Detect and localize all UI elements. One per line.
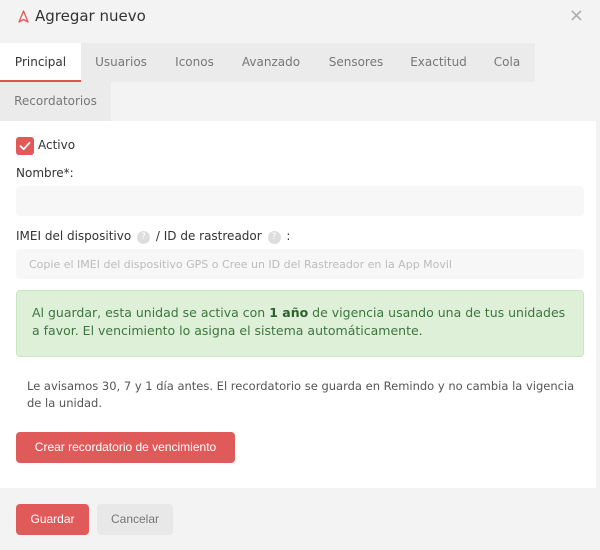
tab-label: Avanzado — [241, 55, 301, 69]
checkmark-icon — [19, 141, 31, 151]
name-label: Nombre*: — [16, 166, 74, 180]
create-reminder-button[interactable]: Crear recordatorio de vencimiento — [16, 432, 235, 463]
logo-icon — [18, 10, 29, 23]
activation-alert: Al guardar, esta unidad se activa con 1 … — [16, 290, 584, 357]
tab-label: Exactitud — [410, 55, 467, 69]
help-icon[interactable]: ? — [267, 231, 281, 244]
imei-label-text: IMEI del dispositivo — [16, 229, 132, 243]
imei-label-colon: : — [286, 229, 291, 243]
tab-label: Iconos — [175, 55, 214, 69]
reminder-notice: Le avisamos 30, 7 y 1 día antes. El reco… — [27, 379, 575, 410]
alert-text-before: Al guardar, esta unidad se activa con — [32, 305, 270, 320]
active-checkbox[interactable] — [16, 137, 34, 155]
close-icon[interactable]: × — [569, 6, 584, 26]
tab-label: Cola — [493, 55, 521, 69]
imei-label: IMEI del dispositivo ? / ID de rastreado… — [16, 229, 290, 244]
tab-label: Usuarios — [95, 55, 147, 69]
dialog-header: Agregar nuevo × — [0, 0, 600, 36]
cancel-button[interactable]: Cancelar — [97, 504, 173, 535]
dialog-title: Agregar nuevo — [35, 7, 146, 25]
dialog-footer: Guardar Cancelar — [0, 488, 600, 550]
tab-avanzado[interactable]: Avanzado — [228, 43, 314, 82]
save-button[interactable]: Guardar — [16, 504, 89, 535]
tab-principal[interactable]: Principal — [0, 43, 81, 82]
alert-text-bold: 1 año — [269, 305, 309, 320]
tab-exactitud[interactable]: Exactitud — [398, 43, 479, 82]
imei-input[interactable] — [16, 249, 584, 279]
tab-cola[interactable]: Cola — [479, 43, 535, 82]
tab-sensores[interactable]: Sensores — [314, 43, 398, 82]
tracker-id-label-text: / ID de rastreador — [155, 229, 262, 243]
tab-recordatorios[interactable]: Recordatorios — [0, 82, 111, 121]
name-input[interactable] — [16, 186, 584, 216]
tab-label: Sensores — [328, 55, 384, 69]
help-icon[interactable]: ? — [137, 231, 151, 244]
tab-label: Recordatorios — [14, 94, 97, 108]
active-label: Activo — [38, 138, 76, 152]
tab-panel-principal: Activo Nombre*: IMEI del dispositivo ? /… — [0, 121, 596, 488]
tab-usuarios[interactable]: Usuarios — [81, 43, 161, 82]
tab-label: Principal — [14, 55, 67, 69]
tab-iconos[interactable]: Iconos — [161, 43, 228, 82]
